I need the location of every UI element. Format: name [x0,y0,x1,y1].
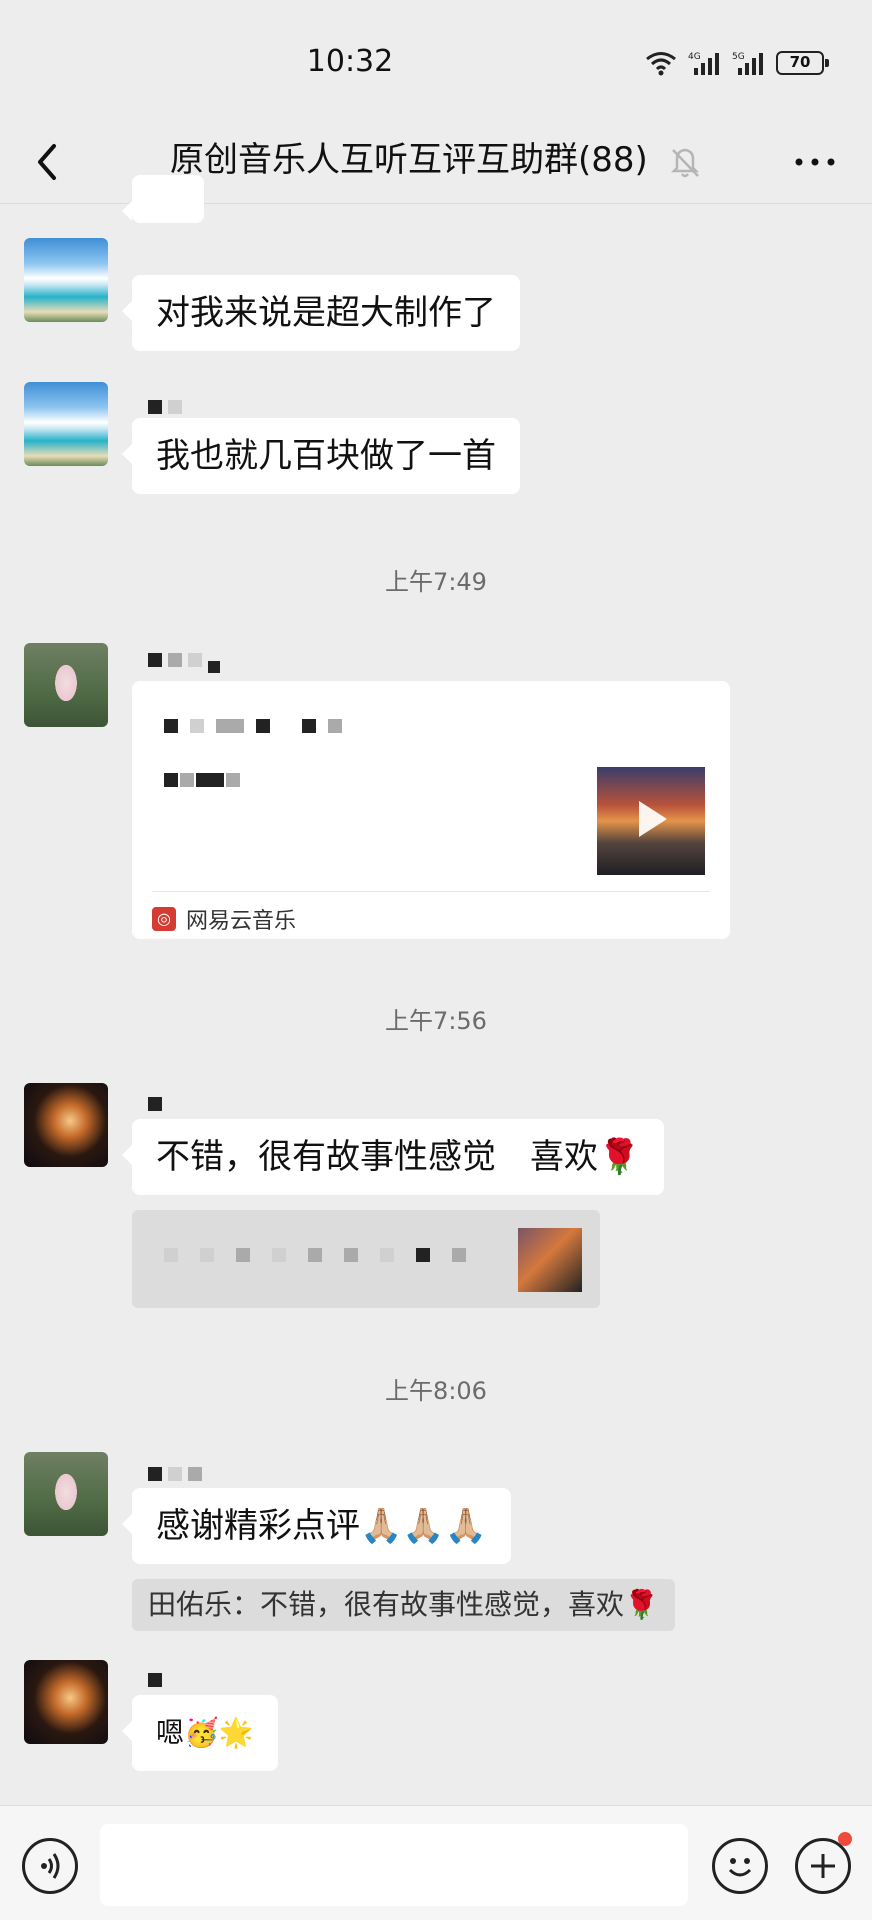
voice-icon [41,1853,60,1879]
message-text: 不错，很有故事性感觉 喜欢🌹 [156,1137,641,1177]
avatar[interactable] [24,643,108,727]
plus-icon [811,1854,835,1878]
sender-name-redacted [148,1673,162,1695]
music-share-card[interactable]: ◎ 网易云音乐 [132,681,730,939]
wifi-icon [646,52,676,76]
quoted-message-redacted[interactable] [132,1210,600,1308]
card-source-label: 网易云音乐 [186,909,297,934]
more-actions-button[interactable] [795,1838,851,1894]
sender-name-redacted [148,1097,162,1119]
album-cover [597,767,705,875]
status-bar: 10:32 4G 5G 70 [0,0,872,120]
song-artist-redacted [164,773,240,787]
quote-text: 田佑乐：不错，很有故事性感觉，喜欢🌹 [148,1588,659,1621]
back-button[interactable] [28,132,68,192]
message-bubble[interactable]: 嗯🥳🌟 [122,1695,278,1771]
card-source: ◎ 网易云音乐 [152,903,296,935]
song-title-redacted [164,719,342,733]
back-icon [38,144,56,180]
emoji-button[interactable] [712,1838,768,1894]
sender-name-redacted [148,1467,202,1489]
message-bubble-partial [122,175,204,223]
signal-5g-icon: 5G [732,52,763,75]
card-divider [152,891,710,892]
emoji-icon [728,1858,752,1877]
signal-4g-label: 4G [688,52,701,62]
avatar[interactable] [24,1660,108,1744]
message-bubble[interactable]: 感谢精彩点评🙏🏼🙏🏼🙏🏼 [121,1488,512,1564]
quote-thumbnail [518,1228,582,1292]
message-bubble[interactable]: 对我来说是超大制作了 [122,275,520,351]
status-icons: 4G 5G 70 [644,50,829,76]
message-input[interactable] [100,1824,688,1906]
avatar[interactable] [24,238,108,322]
avatar[interactable] [24,1452,108,1536]
avatar[interactable] [24,382,108,466]
more-button[interactable] [792,140,838,184]
svg-text:5G: 5G [732,52,745,62]
timestamp: 上午7:56 [385,1007,487,1035]
netease-music-icon: ◎ [152,907,176,931]
timestamp: 上午8:06 [385,1377,487,1405]
notification-dot [838,1832,852,1846]
play-icon [639,801,667,837]
voice-button[interactable] [22,1838,78,1894]
quote-text-redacted [164,1248,466,1262]
input-bar [0,1805,872,1920]
signal-4g-icon: 4G [688,52,719,75]
battery-indicator: 70 [776,51,829,75]
message-bubble[interactable]: 不错，很有故事性感觉 喜欢🌹 [121,1119,665,1195]
quoted-message[interactable]: 田佑乐：不错，很有故事性感觉，喜欢🌹 [132,1579,675,1631]
more-icon [795,158,835,166]
mute-bell-icon [668,142,702,182]
status-time: 10:32 [306,44,394,79]
chat-header: 原创音乐人互听互评互助群(88) [0,120,872,204]
group-title: 原创音乐人互听互评互助群(88) [170,140,648,180]
message-list[interactable]: 对我来说是超大制作了 我也就几百块做了一首 上午7:49 ◎ 网易云音乐 上午7… [0,175,872,1805]
message-bubble[interactable]: 我也就几百块做了一首 [122,418,520,494]
avatar[interactable] [24,1083,108,1167]
timestamp: 上午7:49 [385,568,487,596]
sender-name-redacted [148,653,220,675]
